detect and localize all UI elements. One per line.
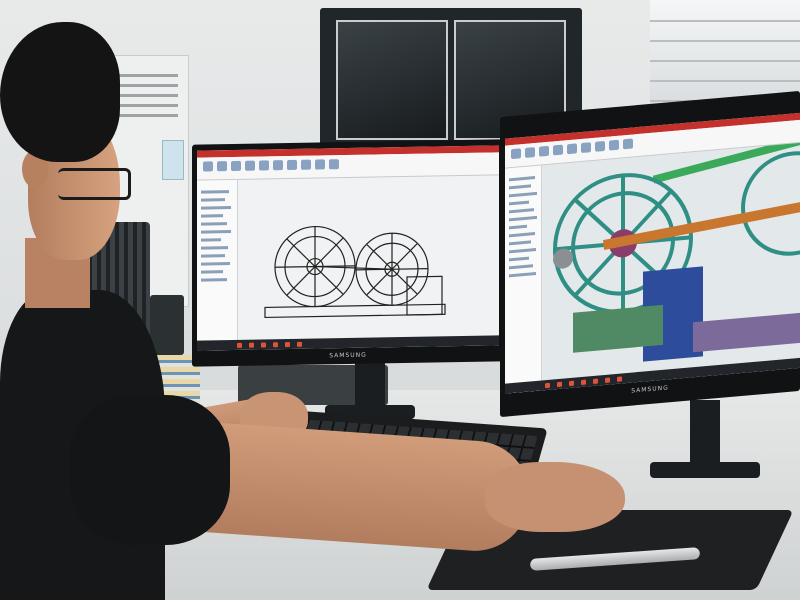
cad-shaded-icon [543,142,800,381]
glasses [58,168,131,200]
monitor-left: SAMSUNG [192,139,504,367]
mug [150,295,184,355]
cad-screen-right [505,112,800,394]
cad-screen-left [197,145,499,351]
cad-ribbon [197,152,499,181]
cad-wireframe-icon [264,225,446,319]
monitor-stand-right [690,400,720,470]
person-hair [0,22,120,162]
monitor-right: SAMSUNG [500,90,800,418]
monitor-brand-left: SAMSUNG [329,351,367,360]
cad-feature-tree [197,179,238,351]
wall-sign [162,140,184,180]
monitor-base-right [650,462,760,478]
person-sleeve [70,395,230,545]
cabinet-door-left [336,20,448,140]
person-right-hand [485,462,625,532]
cad-feature-tree-right [505,165,542,394]
taskbar-left [197,335,499,351]
